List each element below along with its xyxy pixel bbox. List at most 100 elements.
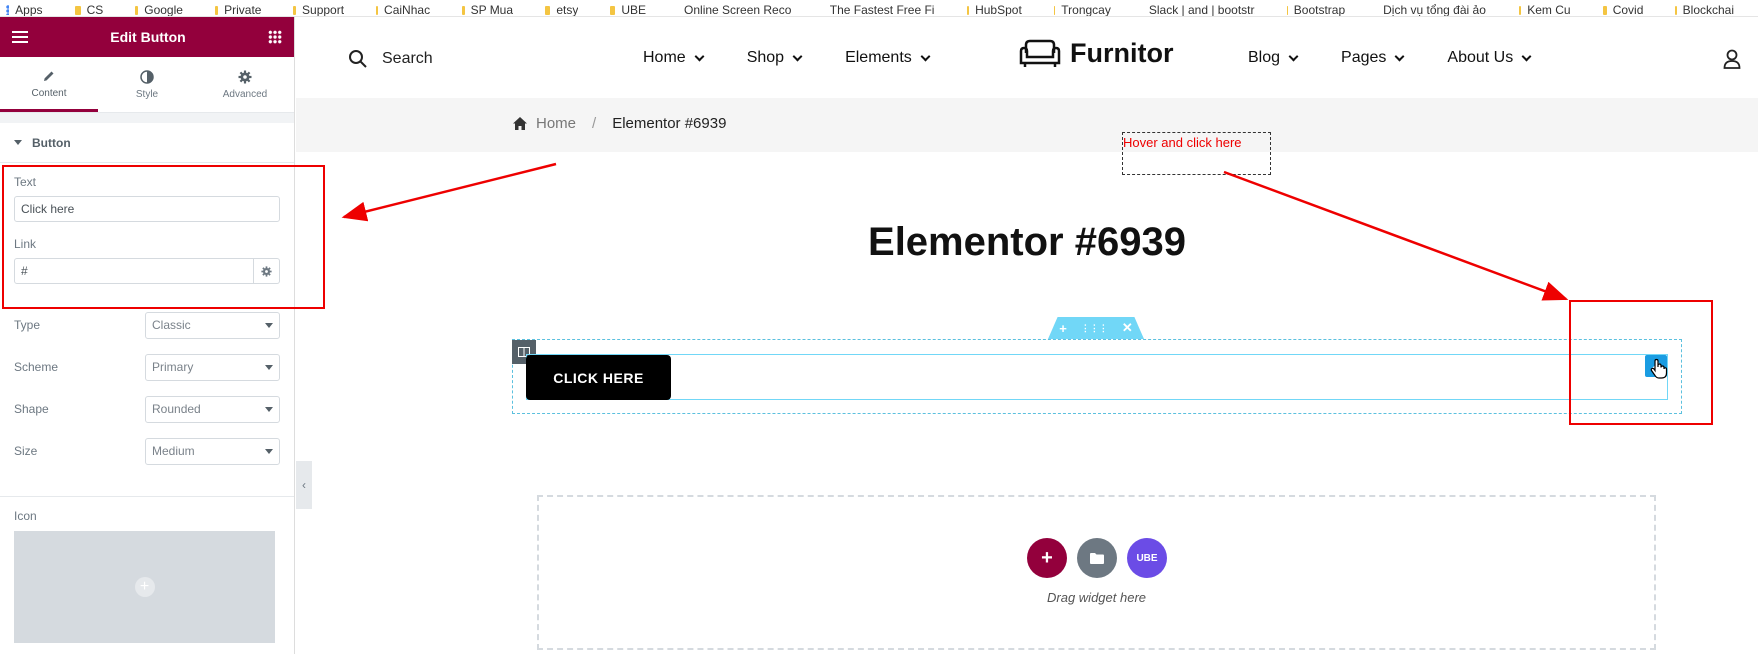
annotation-box-panel [2,165,325,309]
bookmark-item[interactable]: etsy [537,4,578,16]
add-new-section-button[interactable]: + [1027,538,1067,578]
panel-title: Edit Button [110,29,186,45]
search-icon [349,50,367,68]
chevron-down-icon [920,51,931,61]
user-account-icon[interactable] [1723,49,1741,69]
folder-icon [462,5,465,15]
elementor-panel: Edit Button Content Style Advanced Butto… [0,17,295,654]
chevron-down-icon [694,51,705,61]
nav-home[interactable]: Home [643,49,705,67]
widget-outline[interactable] [526,354,1668,400]
delete-section-button[interactable]: ✕ [1122,320,1133,336]
bookmark-item[interactable]: Support [285,4,344,16]
add-template-button[interactable] [1077,538,1117,578]
folder-icon [1518,5,1522,15]
contrast-icon [139,69,155,85]
bookmark-item[interactable]: HubSpot [959,4,1022,16]
bookmark-item[interactable]: The Fastest Free Fi... [816,4,935,16]
bookmark-item[interactable]: Dịch vụ tổng đài ảo... [1369,4,1487,16]
dropdown-arrow-icon [265,364,273,370]
annotation-box-widget [1569,300,1713,425]
nav-about-us[interactable]: About Us [1447,49,1532,67]
tab-advanced[interactable]: Advanced [196,57,294,112]
sofa-icon [1019,39,1061,67]
folder-icon [293,5,297,15]
chevron-down-icon [1288,51,1299,61]
nav-blog[interactable]: Blog [1248,49,1299,67]
folder-icon [1090,552,1104,564]
add-section-button[interactable]: + [1059,321,1067,336]
folder-icon [1602,5,1607,15]
panel-header: Edit Button [0,17,294,57]
drag-widget-text: Drag widget here [1047,590,1146,605]
caret-down-icon [14,140,22,145]
bookmark-item[interactable]: UBE [602,4,646,16]
bookmark-apps[interactable]: Apps [0,4,43,16]
dropdown-arrow-icon [265,448,273,454]
bookmarks-bar: Apps CS Google Private Support CaiNhac S… [0,0,1758,17]
folder-icon [1053,5,1056,15]
folder-icon [610,5,616,15]
tab-style[interactable]: Style [98,57,196,112]
bookmark-item[interactable]: CS [67,4,103,16]
nav-left: Home Shop Elements [643,49,973,67]
bookmark-item[interactable]: Google [127,4,183,16]
drag-section-handle[interactable]: ⋮⋮⋮ [1081,323,1108,334]
tab-content[interactable]: Content [0,57,98,112]
breadcrumb-separator: / [592,115,597,132]
bookmark-item[interactable]: Private [207,4,261,16]
chevron-down-icon [792,51,803,61]
site-logo[interactable]: Furnitor [1018,38,1173,69]
pencil-icon [41,68,57,84]
home-icon [513,117,527,130]
breadcrumb: Home / Elementor #6939 [512,115,726,132]
bookmark-item[interactable]: Slack | and | bootstr... [1135,4,1255,16]
breadcrumb-current: Elementor #6939 [612,115,727,132]
folder-icon [214,5,219,15]
folder-icon [967,5,970,15]
section-handle: + ⋮⋮⋮ ✕ [1048,317,1144,339]
arrow-to-panel [341,162,557,222]
bookmark-item[interactable]: CaiNhac [368,4,430,16]
site-header: Search Home Shop Elements Furnitor Blog … [296,17,1758,98]
panel-tabs: Content Style Advanced [0,57,294,113]
search-trigger[interactable]: Search [348,49,433,69]
icon-control: Icon + [0,496,294,654]
type-select[interactable]: Classic [145,311,280,339]
panel-collapse-toggle[interactable]: ‹ [296,461,312,509]
scheme-select[interactable]: Primary [145,353,280,381]
bookmark-item[interactable]: SP Mua [454,4,513,16]
icon-picker[interactable]: + [14,531,275,643]
ube-button[interactable]: UBE [1127,538,1167,578]
bookmark-item[interactable]: Trongcay [1046,4,1111,16]
breadcrumb-home-link[interactable]: Home [536,115,576,132]
scheme-control: Scheme Primary [14,346,280,388]
annotation-hint: Hover and click here [1122,132,1271,175]
size-control: Size Medium [14,430,280,472]
size-select[interactable]: Medium [145,437,280,465]
nav-right: Blog Pages About Us [1248,49,1574,67]
chevron-left-icon: ‹ [302,478,306,492]
widgets-grid-icon[interactable] [267,30,282,44]
dropdown-arrow-icon [265,406,273,412]
nav-pages[interactable]: Pages [1341,49,1405,67]
dropzone-actions: + UBE [1027,538,1167,578]
section-button-toggle[interactable]: Button [0,123,294,163]
bookmark-item[interactable]: Covid [1595,4,1643,16]
click-here-button[interactable]: CLICK HERE [526,355,671,400]
apps-icon [6,5,10,15]
nav-elements[interactable]: Elements [845,49,931,67]
shape-select[interactable]: Rounded [145,395,280,423]
bookmark-item[interactable]: Blockchai [1667,4,1734,16]
nav-shop[interactable]: Shop [747,49,803,67]
bookmark-item[interactable]: Kem Cu [1511,4,1571,16]
shape-control: Shape Rounded [14,388,280,430]
folder-icon [1286,5,1288,15]
bookmark-item[interactable]: Online Screen Reco... [670,4,792,16]
bookmark-item[interactable]: Bootstrap [1279,4,1345,16]
hamburger-menu-icon[interactable] [12,31,28,43]
icon-label: Icon [14,509,37,523]
breadcrumb-bar: Home / Elementor #6939 [296,98,1758,152]
folder-icon [1675,5,1677,15]
folder-icon [135,5,139,15]
